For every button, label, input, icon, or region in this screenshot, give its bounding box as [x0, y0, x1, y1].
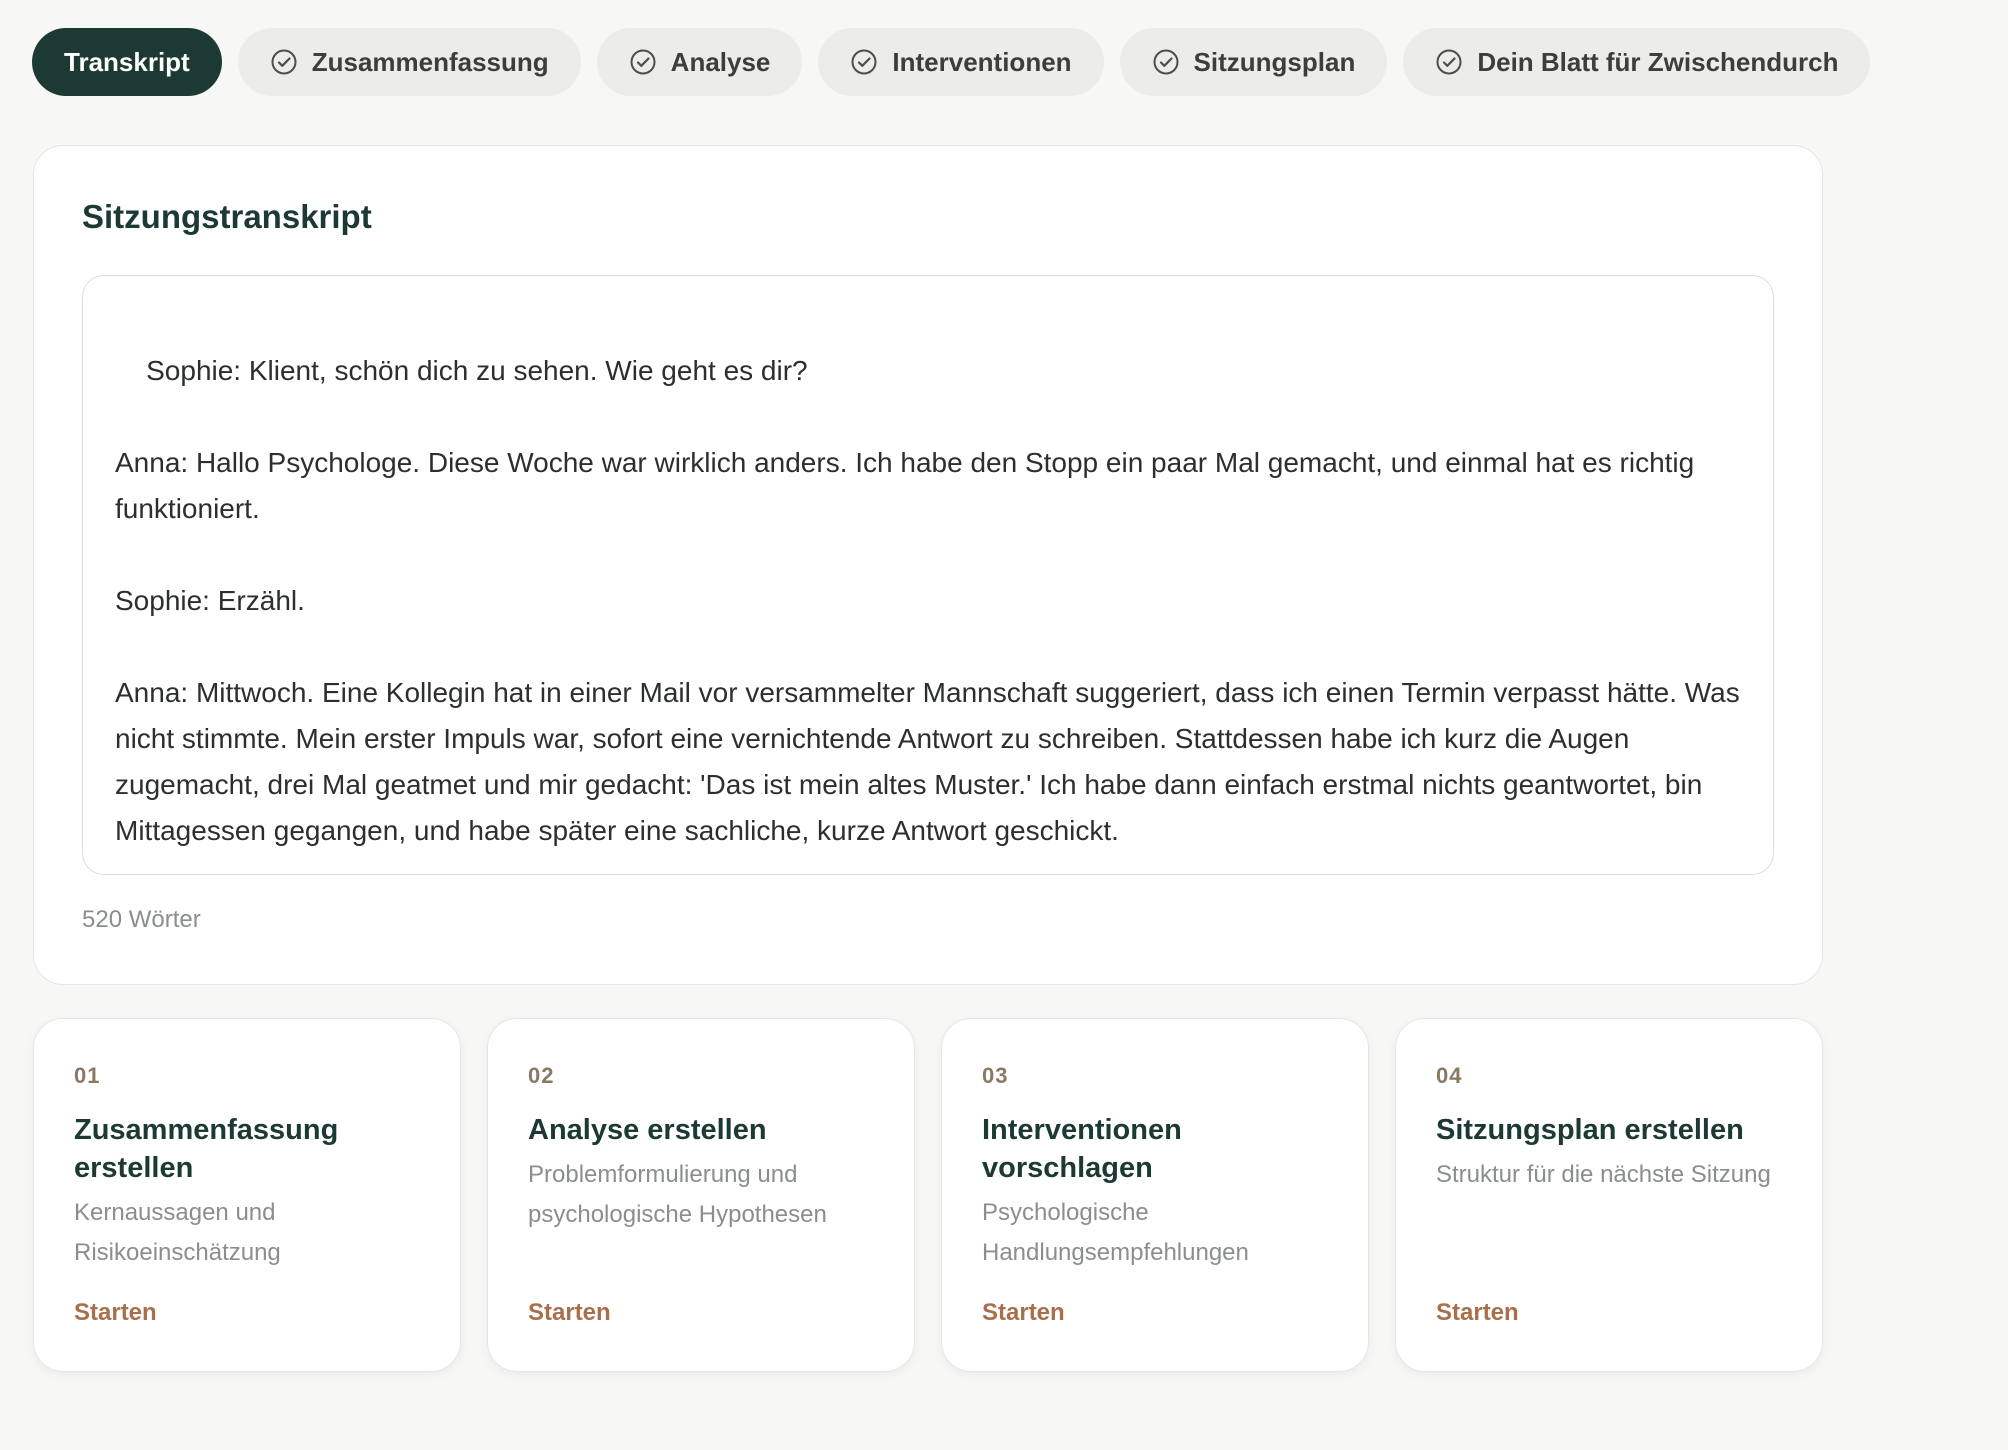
transcript-card: Sitzungstranskript Sophie: Klient, schön…	[33, 145, 1823, 985]
step-title: Sitzungsplan erstellen	[1436, 1114, 1744, 1146]
start-button[interactable]: Starten	[1436, 1299, 1519, 1327]
tab-dein-blatt[interactable]: Dein Blatt für Zwischendurch	[1403, 28, 1871, 96]
step-description: Struktur für die nächste Sitzung	[1436, 1161, 1771, 1188]
step-description: Problemformulierung und psychologische H…	[528, 1161, 827, 1228]
word-count: 520 Wörter	[82, 906, 201, 933]
tab-label: Analyse	[670, 46, 771, 77]
step-title: Interventionen vorschlagen	[982, 1114, 1182, 1184]
card-title: Sitzungstranskript	[82, 198, 372, 235]
transcript-textarea[interactable]: Sophie: Klient, schön dich zu sehen. Wie…	[82, 275, 1774, 875]
check-circle-icon	[1152, 48, 1180, 76]
step-number: 01	[74, 1063, 101, 1088]
tab-label: Interventionen	[892, 46, 1072, 77]
tab-interventionen[interactable]: Interventionen	[818, 28, 1104, 96]
tab-label: Sitzungsplan	[1193, 46, 1356, 77]
step-card-interventionen[interactable]: 03 Interventionen vorschlagen Psychologi…	[941, 1018, 1369, 1372]
step-number: 02	[528, 1063, 555, 1088]
resize-handle-icon[interactable]	[1751, 852, 1767, 868]
step-cards: 01 Zusammenfassung erstellen Kernaussage…	[33, 1018, 1823, 1372]
tab-transkript[interactable]: Transkript	[32, 28, 222, 96]
tab-sitzungsplan[interactable]: Sitzungsplan	[1119, 28, 1388, 96]
step-number: 04	[1436, 1063, 1463, 1088]
start-button[interactable]: Starten	[74, 1299, 157, 1327]
step-card-analyse[interactable]: 02 Analyse erstellen Problemformulierung…	[487, 1018, 915, 1372]
start-button[interactable]: Starten	[982, 1299, 1065, 1327]
step-description: Kernaussagen und Risikoeinschätzung	[74, 1199, 281, 1266]
step-title: Analyse erstellen	[528, 1114, 767, 1146]
transcript-text: Sophie: Klient, schön dich zu sehen. Wie…	[115, 355, 1740, 846]
tab-zusammenfassung[interactable]: Zusammenfassung	[237, 28, 581, 96]
step-description: Psychologische Handlungsempfehlungen	[982, 1199, 1249, 1266]
check-circle-icon	[1435, 48, 1463, 76]
start-button[interactable]: Starten	[528, 1299, 611, 1327]
step-card-zusammenfassung[interactable]: 01 Zusammenfassung erstellen Kernaussage…	[33, 1018, 461, 1372]
tab-analyse[interactable]: Analyse	[596, 28, 803, 96]
step-number: 03	[982, 1063, 1009, 1088]
tab-label: Zusammenfassung	[311, 46, 549, 77]
check-circle-icon	[270, 48, 298, 76]
tab-label: Dein Blatt für Zwischendurch	[1477, 46, 1839, 77]
check-circle-icon	[629, 48, 657, 76]
tab-bar: Transkript Zusammenfassung Analyse Inter…	[32, 28, 1871, 96]
check-circle-icon	[850, 48, 878, 76]
step-title: Zusammenfassung erstellen	[74, 1114, 339, 1184]
tab-label: Transkript	[64, 46, 190, 77]
step-card-sitzungsplan[interactable]: 04 Sitzungsplan erstellen Struktur für d…	[1395, 1018, 1823, 1372]
